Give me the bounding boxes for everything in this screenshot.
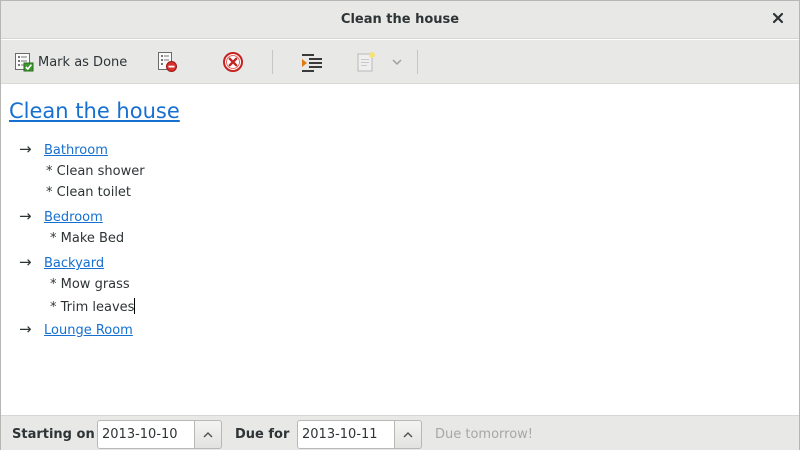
text-caret: [134, 298, 136, 314]
date-bar: Starting on Due for Due tomorrow!: [1, 415, 799, 450]
due-date-label: Due for: [235, 427, 290, 442]
list-item: * Mow grass: [50, 277, 130, 292]
due-status-text: Due tomorrow!: [435, 427, 534, 442]
list-item: * Clean shower: [46, 164, 145, 179]
start-date-spin-button[interactable]: [195, 420, 222, 449]
subtask-link-bedroom[interactable]: Bedroom: [44, 210, 103, 225]
due-date-spin-button[interactable]: [395, 420, 422, 449]
toolbar: Mark as Done: [1, 40, 799, 84]
chevron-up-icon: [203, 431, 213, 438]
delete-icon: [223, 52, 243, 72]
window-title: Clean the house: [340, 12, 460, 27]
subtask-arrow-icon: →: [19, 140, 32, 158]
subtask-arrow-icon: →: [19, 253, 32, 271]
delete-task-button[interactable]: [222, 50, 244, 74]
list-item: * Trim leaves: [50, 298, 136, 315]
list-item: * Clean toilet: [46, 185, 132, 200]
subtask-arrow-icon: →: [19, 320, 32, 338]
new-note-menu-button[interactable]: [354, 50, 404, 74]
close-icon[interactable]: [771, 11, 785, 25]
toolbar-separator: [272, 50, 273, 74]
add-subtask-button[interactable]: [300, 50, 324, 74]
subtask-arrow-icon: →: [19, 207, 32, 225]
chevron-down-icon[interactable]: [390, 55, 404, 69]
list-item-text: * Trim leaves: [50, 300, 135, 315]
checklist-done-icon: [15, 53, 34, 72]
subtask-link-bathroom[interactable]: Bathroom: [44, 143, 108, 158]
toolbar-separator: [417, 50, 418, 74]
task-title-link[interactable]: Clean the house: [9, 99, 180, 123]
mark-as-done-button[interactable]: Mark as Done: [14, 50, 127, 74]
mark-as-done-label: Mark as Done: [38, 54, 128, 70]
subtask-link-lounge-room[interactable]: Lounge Room: [44, 323, 133, 338]
chevron-up-icon: [403, 431, 413, 438]
subtask-link-backyard[interactable]: Backyard: [44, 256, 104, 271]
dismiss-task-button[interactable]: [156, 50, 178, 74]
new-note-icon: [357, 52, 375, 72]
task-window: Clean the house Mark as Done Clean the h…: [0, 0, 800, 450]
checklist-dismiss-icon: [158, 52, 177, 72]
list-item: * Make Bed: [50, 231, 125, 246]
add-subtask-icon: [302, 54, 322, 72]
title-bar[interactable]: Clean the house: [1, 1, 799, 39]
start-date-label: Starting on: [12, 427, 95, 442]
due-date-field[interactable]: [297, 420, 395, 449]
task-editor[interactable]: Clean the house → Bathroom * Clean showe…: [1, 85, 799, 415]
start-date-field[interactable]: [97, 420, 195, 449]
